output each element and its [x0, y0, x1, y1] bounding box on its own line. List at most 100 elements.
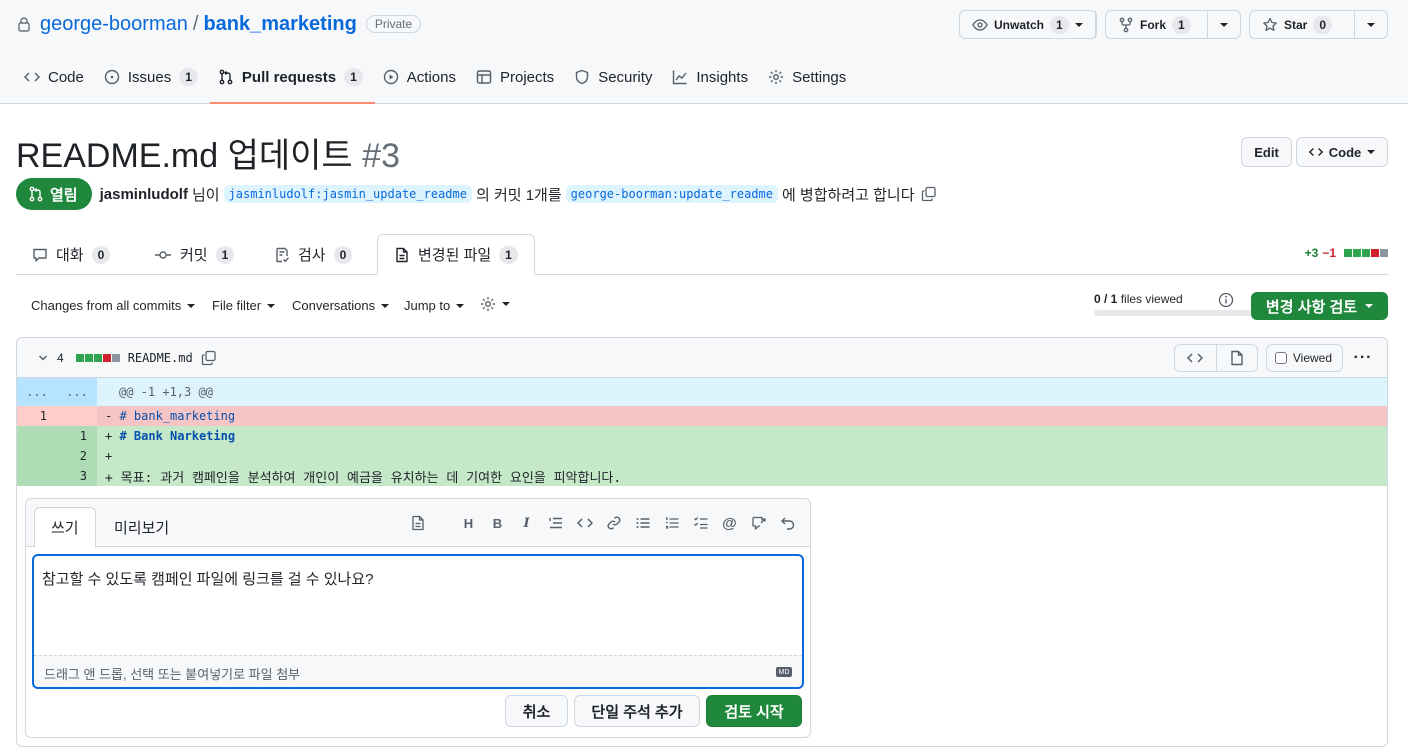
code-icon[interactable] [576, 513, 593, 533]
repo-name-link[interactable]: bank_marketing [203, 13, 356, 36]
tab-checks[interactable]: 검사 0 [274, 234, 353, 275]
diff-line-text: 목표: 과거 캠페인을 분석하여 개인이 예금을 유치하는 데 기여한 요인을 … [120, 470, 622, 486]
diff-line-added: 3 + 목표: 과거 캠페인을 분석하여 개인이 예금을 유치하는 데 기여한 … [17, 466, 1387, 486]
nav-pull-requests[interactable]: Pull requests 1 [209, 60, 375, 104]
unwatch-button[interactable]: Unwatch 1 [960, 11, 1096, 38]
edit-title-button[interactable]: Edit [1241, 137, 1292, 167]
fork-button[interactable]: Fork 1 [1106, 11, 1208, 38]
nav-projects[interactable]: Projects [468, 60, 566, 104]
review-changes-button[interactable]: 변경 사항 검토 [1251, 292, 1388, 320]
old-line-number[interactable] [17, 466, 57, 486]
changes-from-commits-dropdown[interactable]: Changes from all commits [31, 298, 196, 313]
nav-code[interactable]: Code [16, 60, 96, 104]
unordered-list-icon[interactable] [634, 513, 651, 533]
link-icon[interactable] [605, 513, 622, 533]
rich-diff-button[interactable] [1215, 345, 1257, 371]
file-name-link[interactable]: README.md [128, 351, 193, 365]
tab-commits[interactable]: 커밋 1 [154, 234, 235, 275]
code-dropdown-button[interactable]: Code [1296, 137, 1388, 167]
diffstat-blocks [1344, 249, 1388, 257]
quote-icon[interactable] [547, 513, 564, 533]
bold-icon[interactable]: B [489, 513, 506, 533]
star-button[interactable]: Star 0 [1250, 11, 1355, 38]
tab-commits-label: 커밋 [180, 247, 208, 264]
undo-icon[interactable] [779, 513, 796, 533]
start-review-button[interactable]: 검토 시작 [706, 695, 802, 727]
tab-commits-count: 1 [215, 245, 235, 264]
nav-insights[interactable]: Insights [664, 60, 760, 104]
repo-owner-link[interactable]: george-boorman [40, 13, 188, 36]
tab-write[interactable]: 쓰기 [34, 507, 96, 548]
gear-icon [769, 70, 784, 84]
viewed-label: Viewed [1292, 351, 1332, 365]
file-icon [1231, 350, 1243, 366]
tab-files-label: 변경된 파일 [418, 247, 492, 264]
repo-header: george-boorman / bank_marketing Private … [0, 0, 1408, 104]
file-diffstat-blocks [75, 354, 120, 362]
template-icon[interactable] [409, 513, 426, 533]
markdown-toolbar: H B I @ [409, 513, 796, 533]
hunk-header-row: ... ... @@ -1 +1,3 @@ [17, 378, 1387, 406]
old-line-number[interactable] [17, 446, 57, 466]
pr-tabs: 대화 0 커밋 1 검사 0 변경된 파일 1 +3 −1 [16, 234, 1388, 275]
stars-count: 0 [1313, 15, 1333, 34]
expand-up-button[interactable]: ... [17, 378, 57, 406]
diff-line-added: 1 + # Bank Narketing [17, 426, 1387, 446]
chevron-down-icon[interactable] [37, 352, 49, 364]
nav-actions[interactable]: Actions [375, 60, 468, 104]
pr-author-link[interactable]: jasminludolf [100, 186, 188, 203]
old-line-number[interactable]: 1 [17, 406, 57, 426]
file-attach-area[interactable]: 드래그 앤 드롭, 선택 또는 붙여넣기로 파일 첨부 MD [34, 655, 802, 687]
add-single-comment-button[interactable]: 단일 주석 추가 [574, 695, 700, 727]
nav-issues[interactable]: Issues 1 [96, 60, 210, 104]
eye-icon [972, 18, 988, 31]
chevron-down-icon [502, 302, 510, 306]
new-line-number[interactable]: 2 [57, 446, 97, 466]
copy-icon[interactable] [201, 350, 217, 366]
comment-textarea[interactable]: 참고할 수 있도록 캠페인 파일에 링크를 걸 수 있나요? 드래그 앤 드롭,… [32, 554, 804, 689]
file-header: 4 README.md Viewed ··· [17, 338, 1387, 378]
kebab-horizontal-icon[interactable]: ··· [1351, 349, 1375, 367]
copy-icon[interactable] [921, 186, 937, 202]
diff-settings-dropdown[interactable] [480, 296, 510, 312]
tab-checks-label: 검사 [298, 247, 326, 264]
ordered-list-icon[interactable] [663, 513, 680, 533]
tab-checks-count: 0 [333, 245, 353, 264]
tab-files-count: 1 [499, 245, 518, 264]
tab-files-changed[interactable]: 변경된 파일 1 [377, 234, 535, 275]
new-line-number[interactable] [57, 406, 97, 426]
source-diff-button[interactable] [1175, 345, 1216, 371]
nav-pulls-label: Pull requests [241, 68, 337, 86]
merge-text-2: 의 커밋 1개를 [475, 186, 562, 204]
diff-line-code: - # bank_marketing [97, 406, 1387, 426]
info-icon[interactable] [1218, 292, 1234, 308]
jump-to-dropdown[interactable]: Jump to [404, 298, 465, 313]
expand-down-button[interactable]: ... [57, 378, 97, 406]
diff-table: ... ... @@ -1 +1,3 @@ 1 - # bank_marketi… [17, 378, 1387, 486]
italic-icon[interactable]: I [518, 513, 535, 533]
head-branch[interactable]: jasminludolf:jasmin_update_readme [223, 185, 472, 203]
new-line-number[interactable]: 3 [57, 466, 97, 486]
cancel-button[interactable]: 취소 [505, 695, 568, 727]
old-line-number[interactable] [17, 426, 57, 446]
reference-icon[interactable] [750, 513, 767, 533]
nav-security[interactable]: Security [566, 60, 664, 104]
pr-number: #3 [362, 137, 400, 175]
new-line-number[interactable]: 1 [57, 426, 97, 446]
file-filter-dropdown[interactable]: File filter [212, 298, 276, 313]
tab-conversation[interactable]: 대화 0 [32, 234, 111, 275]
heading-icon[interactable]: H [460, 513, 477, 533]
file-change-count: 4 [57, 351, 64, 365]
nav-settings[interactable]: Settings [760, 60, 858, 104]
attach-hint: 드래그 앤 드롭, 선택 또는 붙여넣기로 파일 첨부 [44, 667, 301, 682]
base-branch[interactable]: george-boorman:update_readme [565, 185, 778, 203]
conversations-dropdown[interactable]: Conversations [292, 298, 390, 313]
viewed-checkbox[interactable]: Viewed [1265, 344, 1343, 372]
mention-icon[interactable]: @ [721, 513, 738, 533]
star-dropdown-button[interactable] [1355, 11, 1387, 38]
tab-preview[interactable]: 미리보기 [114, 507, 169, 548]
fork-dropdown-button[interactable] [1208, 11, 1240, 38]
star-icon [1263, 17, 1277, 31]
chevron-down-icon [1367, 150, 1376, 154]
task-list-icon[interactable] [692, 513, 709, 533]
